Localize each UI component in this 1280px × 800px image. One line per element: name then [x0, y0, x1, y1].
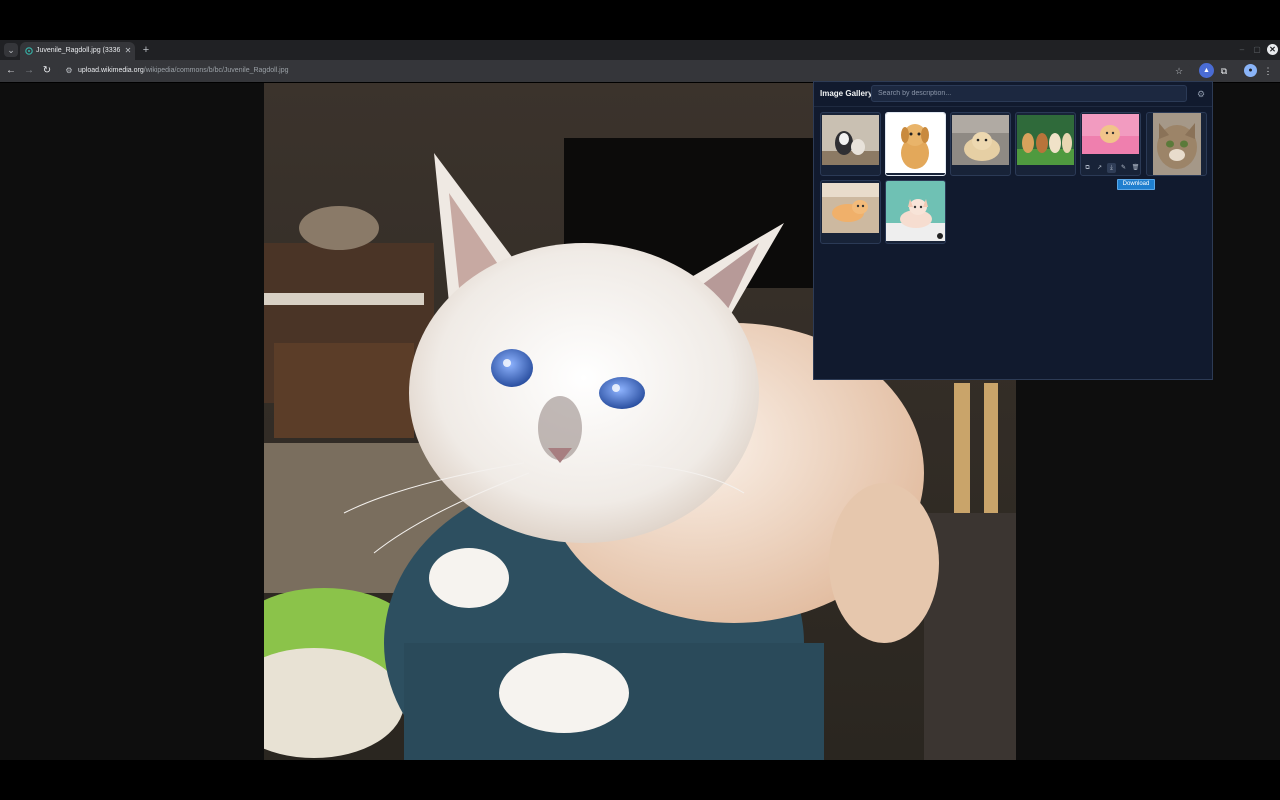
gallery-search-input[interactable] — [871, 85, 1187, 102]
maximize-window-button[interactable]: ▢ — [1251, 44, 1263, 56]
browser-toolbar: ← → ↻ ⚙ upload.wikimedia.org/wikipedia/c… — [0, 60, 1280, 82]
gallery-thumbnail[interactable] — [885, 112, 946, 176]
bottom-black-bar — [0, 760, 1280, 800]
open-external-icon[interactable]: ↗ — [1095, 163, 1104, 173]
kebab-menu-icon[interactable]: ⋮ — [1262, 64, 1274, 78]
image-gallery-panel: Image Gallery ⚙ — [813, 81, 1213, 380]
trash-icon[interactable]: 🗑 — [1131, 163, 1140, 173]
thumbnail-image — [822, 183, 879, 233]
address-bar[interactable]: ⚙ upload.wikimedia.org/wikipedia/commons… — [58, 63, 1192, 79]
url-host: upload.wikimedia.org — [78, 67, 144, 74]
tune-icon[interactable]: ⚙ — [63, 65, 75, 77]
puzzle-icon[interactable]: ⧉ — [1217, 64, 1231, 78]
copy-icon[interactable]: ⧉ — [1083, 163, 1092, 173]
profile-icon[interactable]: ● — [1244, 64, 1257, 77]
edit-icon[interactable]: ✎ — [1119, 163, 1128, 173]
url-path: /wikipedia/commons/b/bc/Juvenile_Ragdoll… — [143, 67, 289, 74]
gallery-thumbnail[interactable] — [1015, 112, 1076, 176]
settings-icon[interactable]: ⚙ — [1195, 88, 1207, 100]
tab-title: Juvenile_Ragdoll.jpg (3336× — [36, 47, 120, 54]
arrow-right-icon[interactable]: → — [22, 64, 36, 78]
top-black-bar — [0, 0, 1280, 40]
reload-icon[interactable]: ↻ — [40, 64, 54, 78]
new-tab-button[interactable]: + — [141, 43, 151, 57]
chevron-down-icon[interactable]: ⌄ — [4, 43, 18, 57]
thumbnail-image — [1017, 115, 1074, 165]
gallery-thumbnail[interactable] — [950, 112, 1011, 176]
tab-strip: ⌄ Juvenile_Ragdoll.jpg (3336× ✕ + – ▢ ✕ — [0, 40, 1280, 60]
wikimedia-favicon-icon — [25, 47, 33, 55]
thumbnail-image — [886, 181, 945, 241]
gallery-thumbnail[interactable] — [820, 180, 881, 244]
download-icon[interactable]: ⤓ — [1107, 163, 1116, 173]
gallery-header: Image Gallery ⚙ — [814, 82, 1212, 107]
thumbnail-image — [1082, 114, 1139, 154]
close-window-button[interactable]: ✕ — [1267, 44, 1278, 55]
gallery-thumbnail[interactable] — [1146, 112, 1207, 176]
thumbnail-image — [886, 113, 945, 173]
gallery-title: Image Gallery — [820, 89, 873, 98]
thumbnail-action-bar: ⧉ ↗ ⤓ ✎ 🗑 — [1083, 163, 1139, 173]
thumbnail-image — [1153, 113, 1201, 175]
tab-active[interactable]: Juvenile_Ragdoll.jpg (3336× ✕ — [20, 42, 135, 60]
arrow-left-icon[interactable]: ← — [4, 64, 18, 78]
gallery-extension-icon[interactable]: ▲ — [1199, 63, 1214, 78]
gallery-thumbnail[interactable] — [820, 112, 881, 176]
star-icon[interactable]: ☆ — [1173, 65, 1185, 77]
gallery-thumbnail[interactable]: ⧉ ↗ ⤓ ✎ 🗑 — [1080, 112, 1141, 176]
thumbnail-image — [822, 115, 879, 165]
tab-close-icon[interactable]: ✕ — [123, 45, 133, 57]
download-tooltip: Download — [1117, 179, 1155, 190]
gallery-thumbnail[interactable] — [885, 180, 946, 244]
url-text[interactable]: upload.wikimedia.org/wikipedia/commons/b… — [78, 63, 289, 79]
thumbnail-image — [952, 115, 1009, 165]
minimize-window-button[interactable]: – — [1236, 44, 1248, 56]
